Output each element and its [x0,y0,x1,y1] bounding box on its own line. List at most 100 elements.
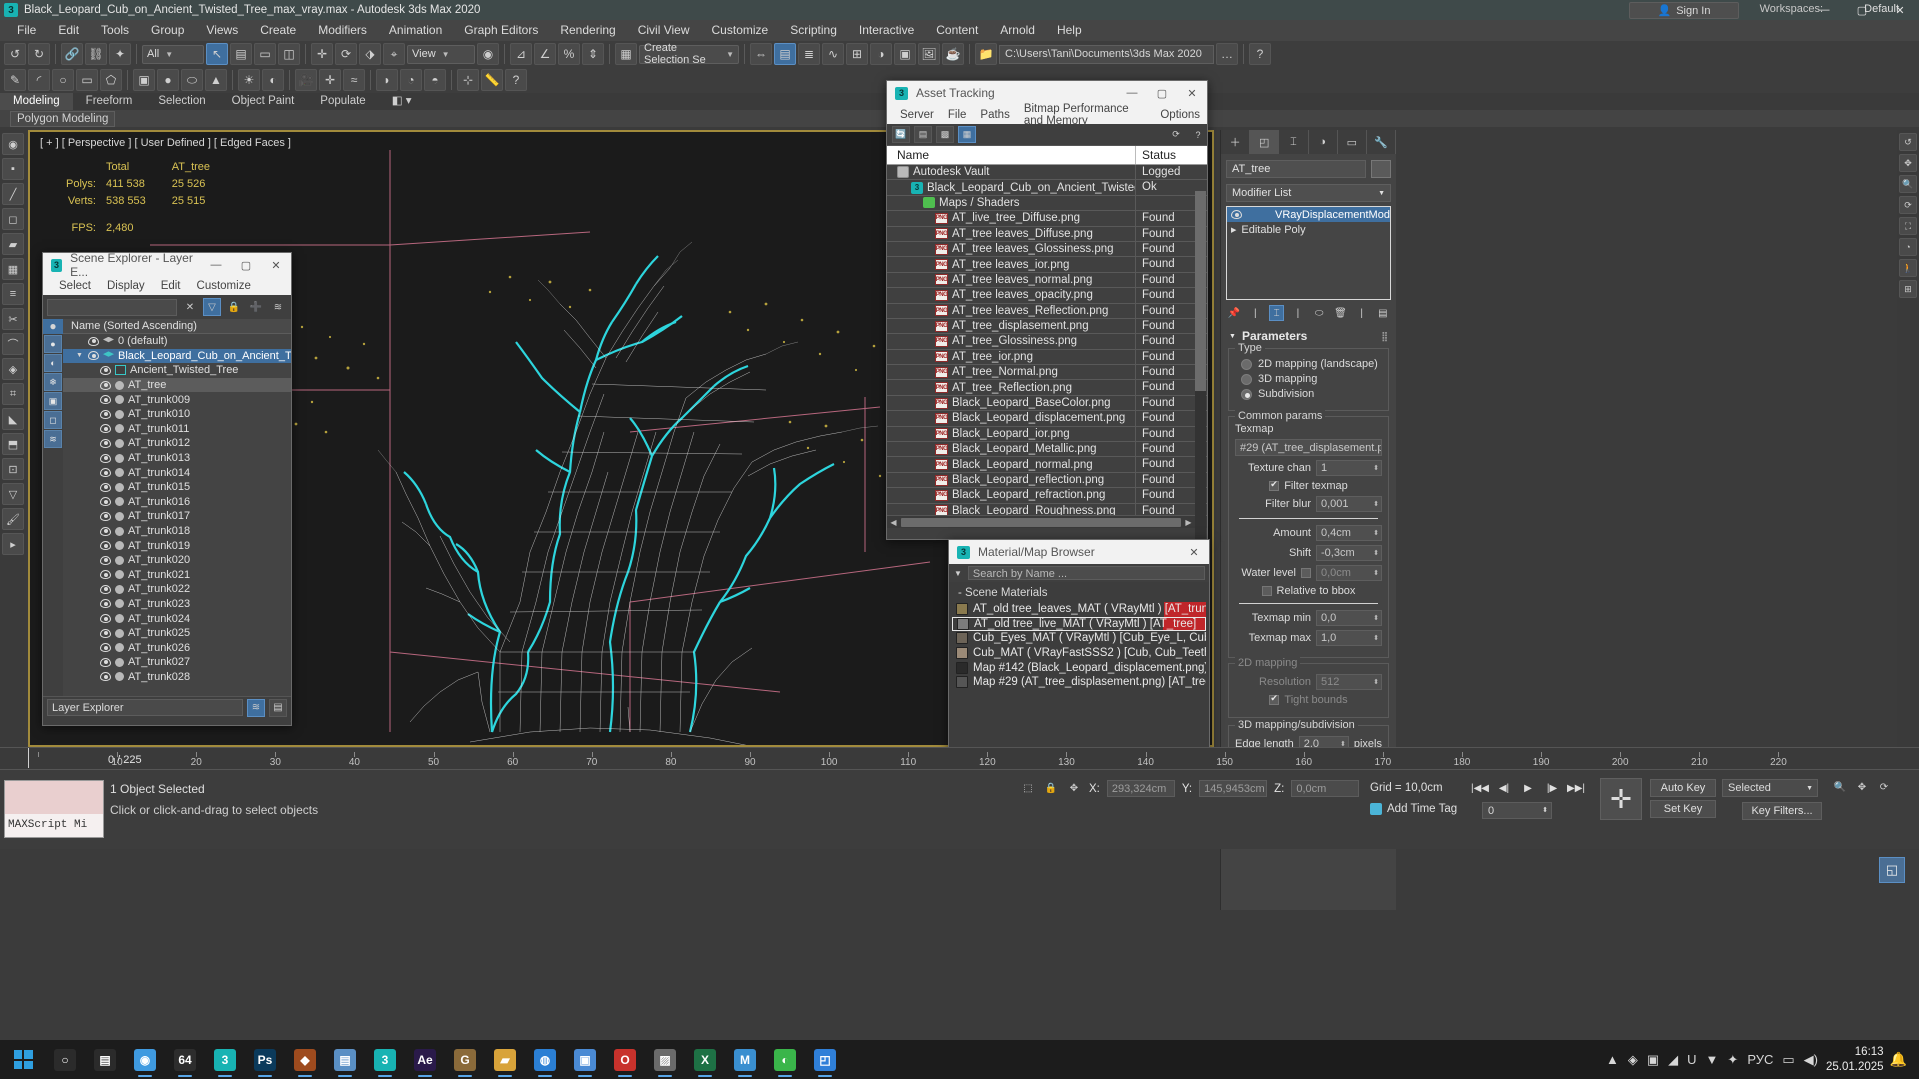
tray-icon-4[interactable]: U [1687,1052,1696,1067]
maxscript-mini-listener[interactable]: MAXScript Mi [4,780,104,838]
scene-explorer-row[interactable]: AT_trunk022 [63,582,291,597]
delete-modifier-icon[interactable]: 🗑 [1333,305,1347,321]
visibility-eye-icon[interactable] [100,497,111,507]
next-frame-icon[interactable]: |▶ [1542,779,1562,797]
create-camera-icon[interactable]: 🎥 [295,69,317,91]
scale-tool-icon[interactable]: ⬗ [359,43,381,65]
tab-display[interactable]: ▭ [1338,130,1367,154]
menu-item-civil-view[interactable]: Civil View [627,20,701,41]
visibility-eye-icon[interactable] [100,424,111,434]
search-icon[interactable]: ○ [46,1040,84,1079]
quick-align-icon[interactable]: ⊹ [457,69,479,91]
asset-menu-server[interactable]: Server [893,109,941,121]
hscrollbar-thumb[interactable] [901,517,1181,527]
asset-tracking-maximize-button[interactable]: ▢ [1147,81,1177,105]
asset-menu-options[interactable]: Options [1153,109,1207,121]
scene-explorer-maximize-button[interactable]: ▢ [231,253,261,277]
polygon-modeling-label[interactable]: Polygon Modeling [10,110,116,127]
texmap-max-spinner[interactable]: 1,0 ⬍ [1316,630,1382,646]
rotate-tool-icon[interactable]: ⟳ [335,43,357,65]
scene-explorer-row[interactable]: AT_trunk009 [63,392,291,407]
hinge-tool-icon[interactable]: ⌗ [2,383,24,405]
tray-icon-5[interactable]: ▼ [1706,1052,1719,1067]
type-radio-option[interactable]: 3D mapping [1241,373,1382,385]
scene-explorer-row[interactable]: AT_tree [63,377,291,393]
poly-border-icon[interactable]: ◻ [2,208,24,230]
asset-row[interactable]: PNG AT_tree leaves_normal.png Found [887,272,1207,289]
menu-item-scripting[interactable]: Scripting [779,20,848,41]
make-unique-icon[interactable]: ⬭ [1312,305,1326,321]
relative-bbox-row[interactable]: Relative to bbox [1235,585,1382,597]
material-list-item[interactable]: Map #29 (AT_tree_displasement.png) [AT_t… [952,675,1206,690]
scene-explorer-row[interactable]: Ancient_Twisted_Tree [63,363,291,378]
object-color-swatch[interactable] [1371,160,1391,178]
window-crossing-icon[interactable]: ◫ [278,43,300,65]
pin-stack-icon[interactable]: 📌 [1227,305,1241,321]
menu-item-rendering[interactable]: Rendering [549,20,626,41]
start-button[interactable] [0,1040,46,1079]
spinner-arrows-icon[interactable]: ⬍ [1373,566,1381,581]
scene-explorer-search-input[interactable] [47,298,177,316]
asset-row[interactable]: PNG Black_Leopard_reflection.png Found [887,472,1207,489]
isolate-icon[interactable]: ◉ [2,133,24,155]
menu-item-graph-editors[interactable]: Graph Editors [453,20,549,41]
scene-explorer-row[interactable]: AT_trunk019 [63,538,291,553]
freeze-objects-icon[interactable]: ❄ [44,373,62,391]
edit-named-selection-icon[interactable]: ▦ [615,43,637,65]
clear-search-icon[interactable]: ✕ [181,298,199,316]
visibility-eye-icon[interactable] [100,409,111,419]
asset-row[interactable]: PNG AT_tree_ior.png Found [887,349,1207,366]
asset-tracking-window[interactable]: 3 Asset Tracking — ▢ ✕ Server File Paths Bi… [886,80,1208,540]
scrollbar-thumb[interactable] [1195,191,1206,391]
visibility-eye-icon[interactable] [100,511,111,521]
render-frame-icon[interactable]: 🖼 [918,43,940,65]
select-region-icon[interactable]: ▭ [254,43,276,65]
visibility-eye-icon[interactable] [100,628,111,638]
create-helper-icon[interactable]: ✛ [319,69,341,91]
poly-element-icon[interactable]: ▦ [2,258,24,280]
material-list-item[interactable]: Cub_Eyes_MAT ( VRayMtl ) [Cub_Eye_L, Cub… [952,631,1206,646]
material-search-input[interactable]: Search by Name ... [967,566,1205,580]
3dsmax2-icon[interactable]: 3 [366,1040,404,1079]
placement-tool-icon[interactable]: ⌖ [383,43,405,65]
scene-materials-group-label[interactable]: - Scene Materials [952,585,1206,602]
material-list-item[interactable]: Map #142 (Black_Leopard_displacement.png… [952,660,1206,675]
asset-row[interactable]: PNG AT_live_tree_Diffuse.png Found [887,211,1207,227]
scene-explorer-row[interactable]: AT_trunk012 [63,436,291,451]
select-by-name-icon[interactable]: ▤ [230,43,252,65]
spinner-arrows-icon[interactable]: ⬍ [1373,611,1381,626]
modifier-bend-icon[interactable]: ◗ [376,69,398,91]
asset-name-column[interactable]: Name [887,146,1135,164]
water-level-spinner[interactable]: 0,0cm ⬍ [1316,565,1382,581]
photoshop-icon[interactable]: Ps [246,1040,284,1079]
asset-row[interactable]: PNG AT_tree_Normal.png Found [887,365,1207,381]
asset-row[interactable]: PNG Black_Leopard_Metallic.png Found [887,442,1207,458]
create-line-icon[interactable]: ✎ [4,69,26,91]
asset-row[interactable]: PNG AT_tree_displasement.png Found [887,318,1207,335]
screenshot-icon[interactable]: ◰ [806,1040,844,1079]
ribbon-tab-freeform[interactable]: Freeform [73,93,146,110]
tab-modify[interactable]: ◰ [1250,130,1280,154]
refresh-icon[interactable]: 🔄 [892,126,910,143]
viewport-label[interactable]: [ + ] [ Perspective ] [ User Defined ] [… [40,137,291,149]
modifier-stack[interactable]: VRayDisplacementMod ▶ Editable Poly [1226,206,1391,300]
64-app-icon[interactable]: 64 [166,1040,204,1079]
pan-view-icon[interactable]: ✥ [1899,154,1917,172]
tray-icon-2[interactable]: ▣ [1647,1052,1659,1068]
gimp-icon[interactable]: G [446,1040,484,1079]
create-poly-icon[interactable]: ⬠ [100,69,122,91]
tray-icon-3[interactable]: ◢ [1668,1052,1678,1068]
filter-icon[interactable]: ▽ [203,298,221,316]
asset-row[interactable]: PNG AT_tree leaves_opacity.png Found [887,288,1207,304]
asset-row[interactable]: PNG Black_Leopard_ior.png Found [887,426,1207,443]
expand-arrow-icon[interactable]: ▶ [1231,226,1236,234]
maxscript-output-pane[interactable] [5,781,103,814]
expand-arrow-icon[interactable]: ▼ [75,352,84,359]
asset-row[interactable]: PNG Black_Leopard_BaseColor.png Found [887,395,1207,412]
asset-menu-bitmap-performance-and-memory[interactable]: Bitmap Performance and Memory [1017,103,1154,127]
auto-key-button[interactable]: Auto Key [1650,779,1716,797]
filter-tool-icon[interactable]: ▽ [2,483,24,505]
folder-icon[interactable]: ▰ [486,1040,524,1079]
scene-explorer-row[interactable]: AT_trunk015 [63,480,291,495]
select-object-icon[interactable]: ↖ [206,43,228,65]
